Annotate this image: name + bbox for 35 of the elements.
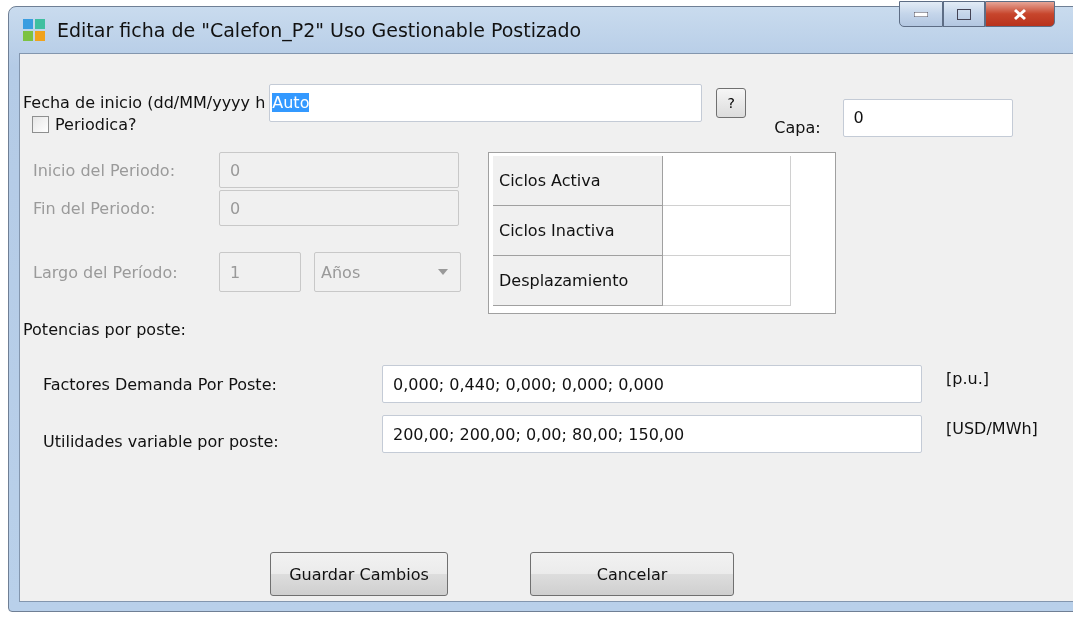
dialog-button[interactable]: Guardar Cambios <box>270 552 448 596</box>
close-icon <box>1013 7 1027 21</box>
help-button[interactable]: ? <box>716 87 747 118</box>
field-label: Utilidades variable por poste: <box>43 431 280 451</box>
row-header: Ciclos Activa <box>493 156 663 206</box>
minimize-button[interactable] <box>899 1 943 27</box>
unit-label: [USD/MWh] <box>946 418 1038 438</box>
table-cell[interactable] <box>663 256 791 306</box>
input-field[interactable]: 0,000; 0,440; 0,000; 0,000; 0,000 <box>382 365 922 403</box>
row-header: Ciclos Inactiva <box>493 206 663 256</box>
app-icon <box>23 19 45 41</box>
input-field[interactable]: 200,00; 200,00; 0,00; 80,00; 150,00 <box>382 415 922 453</box>
checkbox[interactable] <box>32 116 49 133</box>
row-header: Desplazamiento <box>493 256 663 306</box>
field-value: Auto <box>272 93 310 112</box>
unit-label: [p.u.] <box>946 368 989 388</box>
field-label: Factores Demanda Por Poste: <box>43 374 278 394</box>
table-cell[interactable] <box>663 206 791 256</box>
section-label: Potencias por poste: <box>23 320 187 339</box>
table-cell[interactable] <box>663 156 791 206</box>
maximize-icon <box>957 8 971 20</box>
field-label: Fin del Periodo: <box>33 198 157 218</box>
field-label: Inicio del Periodo: <box>33 160 177 180</box>
field-label: Fecha de inicio (dd/MM/yyyy h <box>23 93 266 112</box>
input-field[interactable]: 0 <box>842 98 1013 137</box>
minimize-icon <box>914 11 928 17</box>
field-label: Largo del Período: <box>33 262 179 282</box>
window-title: Editar ficha de "Calefon_P2" Uso Gestionable Postizado <box>57 19 582 41</box>
maximize-button[interactable] <box>943 1 985 27</box>
dropdown-value: Años <box>321 262 361 282</box>
checkbox-label: Periodica? <box>55 115 137 134</box>
field-label: Capa: <box>774 118 821 137</box>
dialog-button[interactable]: Cancelar <box>530 552 734 596</box>
close-button[interactable] <box>985 1 1055 27</box>
caret-icon <box>438 269 448 275</box>
